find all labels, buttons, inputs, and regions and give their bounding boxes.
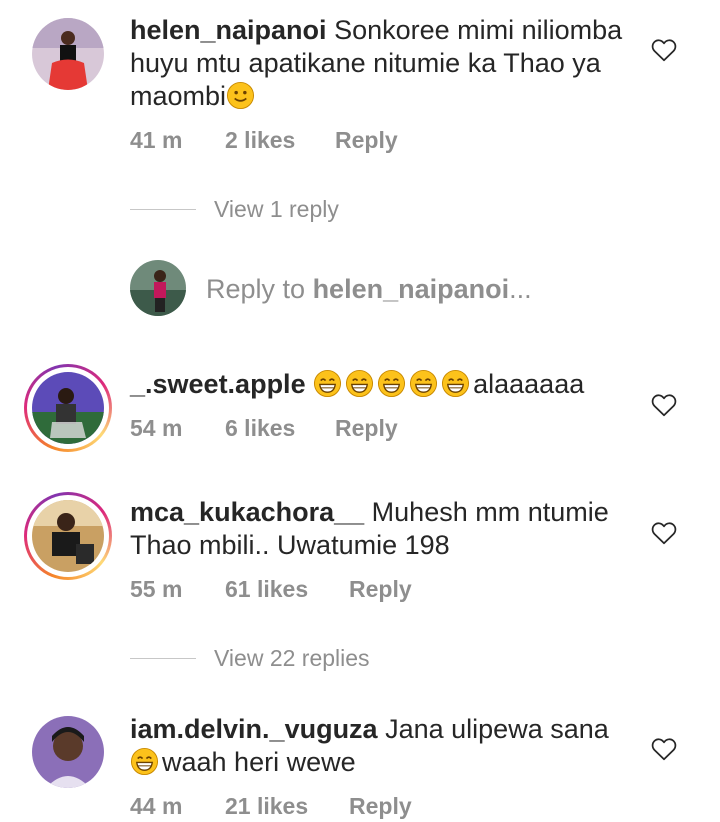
heart-icon[interactable] [651,737,677,761]
likes-count[interactable]: 21 likes [225,791,308,821]
reply-button[interactable]: Reply [349,791,412,821]
reply-ellipsis: ... [509,274,532,304]
view-replies-button[interactable]: View 1 reply [130,194,339,224]
timestamp: 44 m [130,793,183,819]
grinning-emoji-icon [409,369,438,398]
story-ring[interactable] [24,492,112,580]
smiling-emoji-icon [226,81,255,110]
avatar[interactable] [32,500,104,572]
comment-body-line2: waah heri wewe [162,747,356,777]
comment-body: alaaaaaa [473,369,585,399]
current-user-avatar [130,260,186,316]
reply-button[interactable]: Reply [349,574,412,604]
avatar[interactable] [32,716,104,788]
likes-count[interactable]: 61 likes [225,574,308,604]
comment-text: mca_kukachora__ Muhesh mm ntumie Thao mb… [130,496,640,562]
heart-icon[interactable] [651,521,677,545]
view-replies-label: View 1 reply [214,195,339,222]
comment-body: Jana ulipewa sana [385,714,609,744]
divider-line [130,657,196,659]
grinning-emoji-icon [313,369,342,398]
username[interactable]: helen_naipanoi [130,15,327,45]
heart-icon[interactable] [651,38,677,62]
likes-count[interactable]: 6 likes [225,413,295,443]
heart-icon[interactable] [651,393,677,417]
avatar[interactable] [32,18,104,90]
reply-button[interactable]: Reply [335,125,398,155]
reply-input[interactable]: Reply to helen_naipanoi... [206,274,532,305]
comment-text: _.sweet.apple alaaaaaa [130,368,640,401]
timestamp: 55 m [130,576,183,602]
username[interactable]: iam.delvin._vuguza [130,714,378,744]
view-replies-button[interactable]: View 22 replies [130,643,370,673]
grinning-emoji-icon [441,369,470,398]
view-replies-label: View 22 replies [214,644,370,671]
grinning-emoji-icon [377,369,406,398]
reply-prefix: Reply to [206,274,313,304]
likes-count[interactable]: 2 likes [225,125,295,155]
avatar[interactable] [32,372,104,444]
timestamp: 54 m [130,415,183,441]
reply-button[interactable]: Reply [335,413,398,443]
story-ring[interactable] [24,364,112,452]
username[interactable]: _.sweet.apple [130,369,306,399]
divider-line [130,208,196,210]
comment-text: helen_naipanoi Sonkoree mimi niliomba hu… [130,14,640,113]
grinning-emoji-icon [130,747,159,776]
grinning-emoji-icon [345,369,374,398]
username[interactable]: mca_kukachora__ [130,497,364,527]
comment-text: iam.delvin._vuguza Jana ulipewa sana waah… [130,713,640,779]
timestamp: 41 m [130,127,183,153]
reply-target: helen_naipanoi [312,274,510,304]
